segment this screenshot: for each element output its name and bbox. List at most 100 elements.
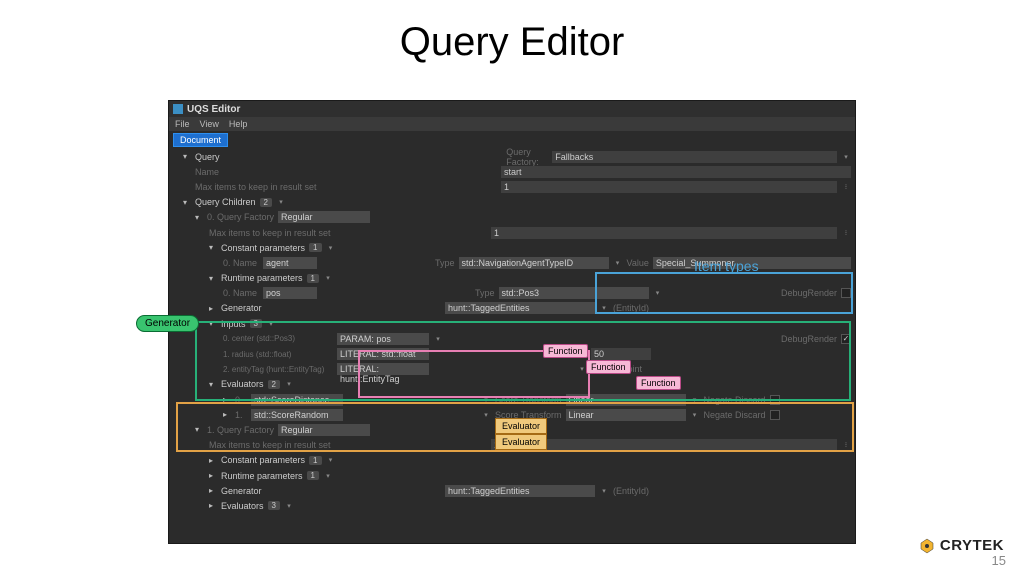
generator-dropdown[interactable]: hunt::TaggedEntities	[445, 485, 595, 497]
score-transform-dropdown[interactable]: Linear	[566, 394, 686, 406]
annotation-evaluator-2: Evaluator	[495, 434, 547, 450]
child-factory-dropdown[interactable]: Regular	[278, 424, 370, 436]
index-label: 0. Name	[223, 258, 259, 268]
dropdown-icon[interactable]: ▾	[323, 274, 333, 282]
count-badge: 2	[260, 198, 272, 207]
dropdown-icon[interactable]: ▾	[326, 244, 336, 252]
dropdown-icon[interactable]: ▾	[599, 304, 609, 312]
annotation-function-1: Function	[543, 344, 588, 358]
chevron-down-icon[interactable]	[195, 425, 203, 434]
dropdown-icon[interactable]: ▾	[284, 502, 294, 510]
tab-document[interactable]: Document	[173, 133, 228, 147]
eval-1-index: 1.	[235, 410, 247, 420]
count-badge: 3	[250, 319, 262, 328]
menu-file[interactable]: File	[175, 119, 190, 129]
chevron-right-icon[interactable]	[223, 410, 231, 419]
debug-render-checkbox[interactable]	[841, 334, 851, 344]
spinner-icon[interactable]: ⁝	[841, 441, 851, 449]
dropdown-icon[interactable]: ▾	[481, 411, 491, 419]
crytek-logo: CRYTEK	[919, 537, 1004, 554]
editor-window: UQS Editor File View Help Document Query…	[168, 100, 856, 544]
label-value: Value	[627, 258, 649, 268]
debug-render-checkbox[interactable]	[841, 288, 851, 298]
chevron-right-icon[interactable]	[209, 304, 217, 313]
spinner-icon[interactable]: ⁝	[841, 229, 851, 237]
section-evaluators: Evaluators	[221, 379, 264, 389]
eval-0-value[interactable]: std::ScoreDistance	[251, 394, 343, 406]
dropdown-icon[interactable]: ▾	[481, 396, 491, 404]
chevron-right-icon[interactable]	[209, 486, 217, 495]
chevron-down-icon[interactable]	[183, 198, 191, 207]
const-type-dropdown[interactable]: std::NavigationAgentTypeID	[459, 257, 609, 269]
chevron-down-icon[interactable]	[195, 213, 203, 222]
dropdown-icon[interactable]: ▾	[690, 396, 700, 404]
query-factory-dropdown[interactable]: Fallbacks	[552, 151, 837, 163]
menubar: File View Help	[169, 117, 855, 131]
label-query-factory: Query Factory:	[506, 147, 548, 167]
chevron-down-icon[interactable]	[209, 319, 217, 328]
section-constant-params: Constant parameters	[221, 455, 305, 465]
chevron-right-icon[interactable]	[209, 456, 217, 465]
dropdown-icon[interactable]: ▾	[653, 289, 663, 297]
chevron-right-icon[interactable]	[209, 501, 217, 510]
input-1-value[interactable]: LITERAL: std::float	[337, 348, 429, 360]
titlebar: UQS Editor	[169, 101, 855, 117]
name-input[interactable]: start	[501, 166, 851, 178]
menu-help[interactable]: Help	[229, 119, 248, 129]
chevron-right-icon[interactable]	[209, 471, 217, 480]
const-value-input[interactable]: Special_Summoner	[653, 257, 851, 269]
count-badge: 1	[309, 456, 321, 465]
score-transform-dropdown[interactable]: Linear	[566, 409, 686, 421]
label-score-transform: Score Transform	[495, 395, 562, 405]
slide-title: Query Editor	[0, 0, 1024, 71]
input-2-value[interactable]: LITERAL: hunt::EntityTag	[337, 363, 429, 375]
cast-label: (EntityId)	[613, 486, 649, 496]
slide-number: 15	[992, 553, 1006, 568]
dropdown-icon[interactable]: ▾	[284, 380, 294, 388]
window-title: UQS Editor	[187, 104, 240, 115]
dropdown-icon[interactable]: ▾	[599, 487, 609, 495]
child-factory-dropdown[interactable]: Regular	[278, 211, 370, 223]
label-max-items: Max items to keep in result set	[195, 182, 375, 192]
generator-dropdown[interactable]: hunt::TaggedEntities	[445, 302, 595, 314]
dropdown-icon[interactable]: ▾	[433, 335, 443, 343]
negate-checkbox[interactable]	[770, 395, 780, 405]
runtime-name-input[interactable]: pos	[263, 287, 317, 299]
label-max-items: Max items to keep in result set	[209, 228, 389, 238]
eval-1-value[interactable]: std::ScoreRandom	[251, 409, 343, 421]
negate-checkbox[interactable]	[770, 410, 780, 420]
dropdown-icon[interactable]: ▾	[326, 456, 336, 464]
const-name-input[interactable]: agent	[263, 257, 317, 269]
label-debug-render: DebugRender	[781, 288, 837, 298]
chevron-right-icon[interactable]	[223, 395, 231, 404]
runtime-type-dropdown[interactable]: std::Pos3	[499, 287, 649, 299]
dropdown-icon[interactable]: ▾	[613, 259, 623, 267]
index-label: 0. Name	[223, 288, 259, 298]
section-evaluators: Evaluators	[221, 501, 264, 511]
chevron-down-icon[interactable]	[209, 380, 217, 389]
chevron-down-icon[interactable]	[209, 274, 217, 283]
annotation-function-3: Function	[636, 376, 681, 390]
input-1-num[interactable]: 50	[591, 348, 651, 360]
count-badge: 3	[268, 501, 280, 510]
section-runtime-params: Runtime parameters	[221, 273, 303, 283]
spinner-icon[interactable]: ⁝	[841, 183, 851, 191]
max-items-input[interactable]: 1	[501, 181, 837, 193]
app-icon	[173, 104, 183, 114]
label-max-items: Max items to keep in result set	[209, 440, 389, 450]
dropdown-icon[interactable]: ▾	[690, 411, 700, 419]
dropdown-icon[interactable]: ▾	[841, 153, 851, 161]
chevron-down-icon[interactable]	[209, 243, 217, 252]
section-generator: Generator	[221, 486, 441, 496]
chevron-down-icon[interactable]	[183, 152, 191, 161]
section-inputs: Inputs	[221, 319, 246, 329]
dropdown-icon[interactable]: ▾	[323, 472, 333, 480]
section-query-children: Query Children	[195, 197, 256, 207]
annotation-generator-pill: Generator	[136, 315, 199, 332]
dropdown-icon[interactable]: ▾	[276, 198, 286, 206]
max-items-input[interactable]: 1	[491, 227, 837, 239]
property-tree: Query Query Factory: Fallbacks ▾ Name st…	[169, 147, 855, 516]
input-0-value[interactable]: PARAM: pos	[337, 333, 429, 345]
dropdown-icon[interactable]: ▾	[266, 320, 276, 328]
menu-view[interactable]: View	[200, 119, 219, 129]
